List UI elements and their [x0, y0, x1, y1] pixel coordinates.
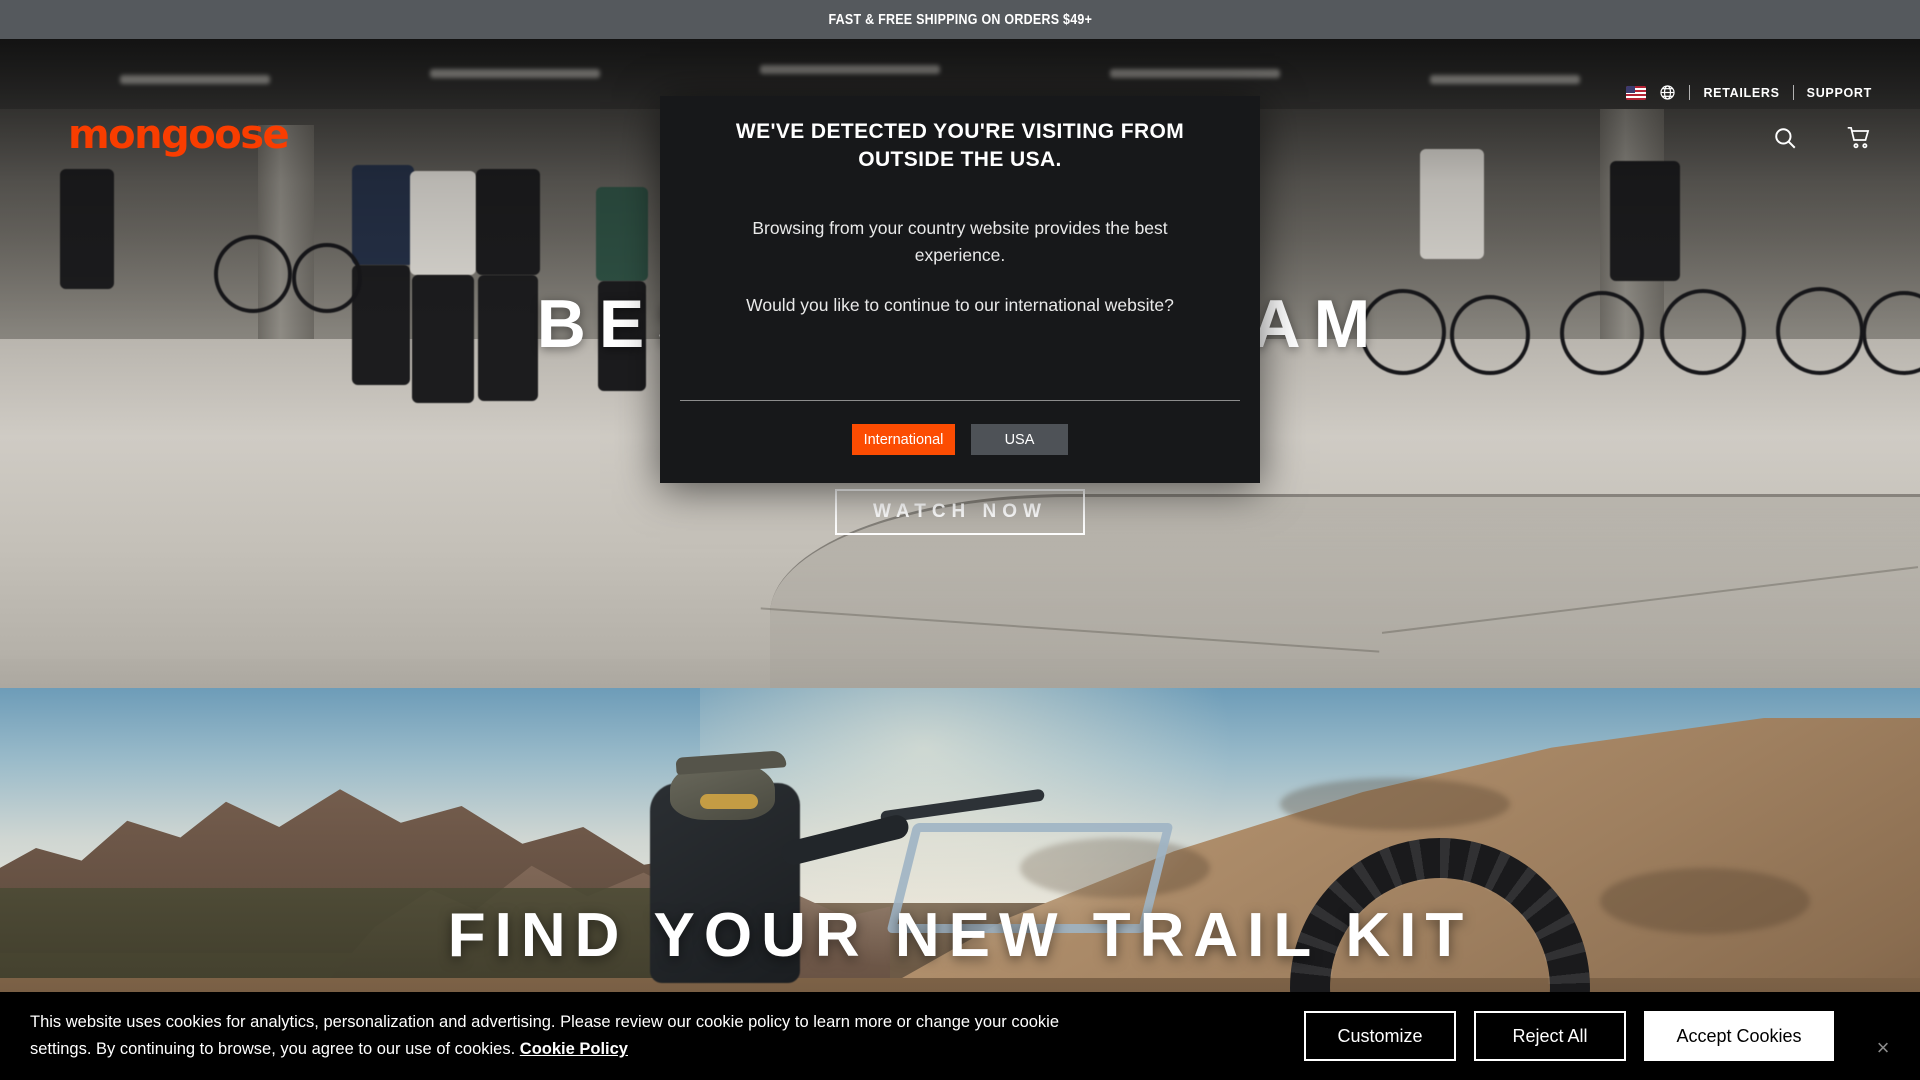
header-icons — [1772, 125, 1872, 151]
rock-texture — [1280, 778, 1510, 830]
cookie-banner-text: This website uses cookies for analytics,… — [30, 1009, 1060, 1062]
announcement-bar: FAST & FREE SHIPPING ON ORDERS $49+ — [0, 0, 1920, 39]
geo-modal-actions: International USA — [660, 424, 1260, 455]
watch-now-button[interactable]: WATCH NOW — [835, 489, 1085, 535]
utility-divider — [1689, 85, 1691, 100]
geo-modal-divider — [680, 400, 1240, 401]
close-icon[interactable]: × — [1872, 1037, 1894, 1059]
utility-link-support[interactable]: SUPPORT — [1807, 86, 1872, 100]
globe-icon[interactable] — [1659, 84, 1676, 101]
cart-icon[interactable] — [1846, 125, 1872, 151]
reject-all-cookies-button[interactable]: Reject All — [1474, 1011, 1626, 1061]
geo-modal-body: Browsing from your country website provi… — [705, 215, 1215, 318]
search-icon[interactable] — [1772, 125, 1798, 151]
page-root: FAST & FREE SHIPPING ON ORDERS $49+ BEST… — [0, 0, 1920, 1080]
customize-cookies-button[interactable]: Customize — [1304, 1011, 1456, 1061]
us-flag-icon[interactable] — [1626, 85, 1647, 100]
international-button[interactable]: International — [852, 424, 955, 455]
geo-modal-title: WE'VE DETECTED YOU'RE VISITING FROM OUTS… — [735, 120, 1185, 171]
hero-secondary-title: FIND YOUR NEW TRAIL KIT — [447, 901, 1473, 970]
cookie-policy-link[interactable]: Cookie Policy — [520, 1040, 628, 1058]
utility-divider — [1792, 85, 1794, 100]
cookie-banner: This website uses cookies for analytics,… — [0, 992, 1920, 1080]
announcement-text: FAST & FREE SHIPPING ON ORDERS $49+ — [828, 11, 1092, 28]
geo-modal-body-line-2: Would you like to continue to our intern… — [746, 294, 1174, 315]
utility-nav: RETAILERS SUPPORT — [1626, 84, 1872, 101]
geo-modal-body-line-1: Browsing from your country website provi… — [752, 218, 1168, 265]
geo-redirect-modal: WE'VE DETECTED YOU'RE VISITING FROM OUTS… — [660, 96, 1260, 483]
accept-cookies-button[interactable]: Accept Cookies — [1644, 1011, 1834, 1061]
cookie-banner-actions: Customize Reject All Accept Cookies — [1304, 1011, 1834, 1061]
utility-link-retailers[interactable]: RETAILERS — [1703, 86, 1779, 100]
usa-button[interactable]: USA — [971, 424, 1068, 455]
rider-goggles — [700, 794, 758, 809]
